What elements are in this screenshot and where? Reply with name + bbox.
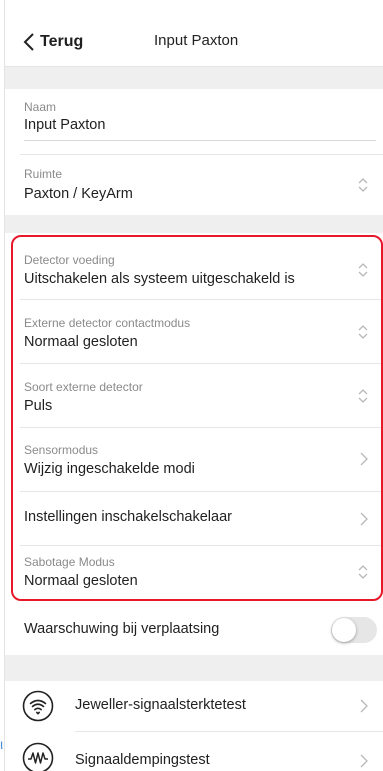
movement-warning-toggle[interactable]	[331, 617, 377, 643]
setting-label: Sabotage Modus	[24, 555, 115, 569]
sensor-mode-link[interactable]: Sensormodus Wijzig ingeschakelde modi	[5, 428, 383, 491]
test-label: Signaaldempingstest	[75, 752, 210, 768]
name-field[interactable]: Naam Input Paxton	[5, 89, 383, 154]
name-underline	[24, 140, 376, 141]
setting-label: Detector voeding	[24, 253, 115, 267]
tests-group: Jeweller-signaalsterktetest Signaaldempi…	[5, 681, 383, 771]
app-screen: Terug Input Paxton Naam Input Paxton Rui…	[4, 0, 383, 771]
setting-value: Puls	[24, 398, 53, 414]
header-bar: Terug Input Paxton	[5, 0, 383, 67]
signal-strength-test-link[interactable]: Jeweller-signaalsterktetest	[5, 681, 383, 731]
chevron-left-icon	[23, 33, 34, 51]
signal-strength-icon	[22, 690, 54, 722]
arming-switch-settings-link[interactable]: Instellingen inschakelschakelaar	[5, 492, 383, 545]
movement-warning-row: Waarschuwing bij verplaatsing	[5, 605, 383, 655]
setting-label: Soort externe detector	[24, 380, 143, 394]
name-value[interactable]: Input Paxton	[24, 117, 105, 133]
chevron-right-icon	[360, 754, 368, 768]
updown-icon	[358, 178, 368, 192]
movement-warning-label: Waarschuwing bij verplaatsing	[24, 621, 220, 637]
detector-power-selector[interactable]: Detector voeding Uitschakelen als systee…	[5, 233, 383, 298]
back-button[interactable]: Terug	[23, 30, 83, 54]
setting-label: Sensormodus	[24, 443, 99, 457]
setting-value: Normaal gesloten	[24, 573, 138, 589]
detector-settings-group: Detector voeding Uitschakelen als systee…	[5, 233, 383, 605]
room-value: Paxton / KeyArm	[24, 186, 133, 202]
updown-icon	[358, 263, 368, 277]
detector-type-selector[interactable]: Soort externe detector Puls	[5, 364, 383, 427]
setting-value: Wijzig ingeschakelde modi	[24, 461, 195, 477]
setting-label: Externe detector contactmodus	[24, 316, 191, 330]
setting-value: Uitschakelen als systeem uitgeschakeld i…	[24, 271, 295, 287]
signal-damping-test-link[interactable]: Signaaldempingstest	[5, 732, 383, 771]
contact-mode-selector[interactable]: Externe detector contactmodus Normaal ge…	[5, 300, 383, 363]
general-group: Naam Input Paxton Ruimte Paxton / KeyArm	[5, 89, 383, 215]
updown-icon	[358, 565, 368, 579]
room-label: Ruimte	[24, 167, 63, 181]
test-label: Jeweller-signaalsterktetest	[75, 697, 246, 713]
updown-icon	[358, 325, 368, 339]
name-label: Naam	[24, 100, 57, 114]
setting-value: Instellingen inschakelschakelaar	[24, 509, 232, 525]
chevron-right-icon	[360, 452, 368, 466]
back-label: Terug	[40, 33, 84, 50]
setting-value: Normaal gesloten	[24, 334, 138, 350]
tamper-mode-selector[interactable]: Sabotage Modus Normaal gesloten	[5, 546, 383, 605]
toggle-knob	[332, 618, 356, 642]
chevron-right-icon	[360, 699, 368, 713]
updown-icon	[358, 389, 368, 403]
chevron-right-icon	[360, 512, 368, 526]
signal-damping-icon	[22, 742, 54, 771]
room-selector[interactable]: Ruimte Paxton / KeyArm	[5, 155, 383, 215]
page-title: Input Paxton	[154, 32, 239, 49]
